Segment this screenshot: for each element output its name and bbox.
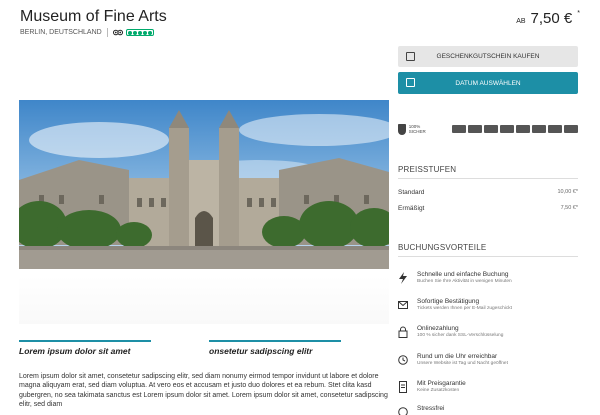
visa-icon — [484, 125, 498, 133]
clock-icon — [398, 355, 408, 365]
payment-methods: 100% SICHER — [398, 122, 578, 136]
benefit-subtitle: Buchen Sie Ihre Aktivität in wenigen Min… — [417, 279, 512, 284]
price-prefix: AB — [516, 18, 526, 25]
benefit-subtitle: 100 % sicher dank SSL-Verschlüsselung — [417, 333, 504, 338]
price-row-standard: Standard 10,00 €* — [398, 189, 578, 196]
benefit-online-payment: Onlinezahlung 100 % sicher dank SSL-Vers… — [398, 325, 578, 339]
price-asterisk: * — [577, 10, 580, 17]
tripadvisor-owl-icon — [112, 29, 123, 36]
lightning-icon — [399, 272, 407, 284]
location-label: BERLIN, DEUTSCHLAND — [20, 29, 102, 36]
price-row-label: Ermäßigt — [398, 205, 425, 212]
subheading-text: onsetetur sadipscing elitr — [209, 346, 313, 356]
subheading-right: onsetetur sadipscing elitr — [209, 340, 341, 356]
booking-benefits-heading: BUCHUNGSVORTEILE — [398, 243, 487, 252]
benefit-title: Sofortige Bestätigung — [417, 298, 480, 305]
tripadvisor-rating[interactable] — [112, 29, 154, 36]
mastercard-icon — [500, 125, 514, 133]
gift-voucher-label: GESCHENKGUTSCHEIN KAUFEN — [436, 53, 540, 60]
receipt-icon — [399, 381, 407, 393]
benefit-subtitle: Unsere Website ist Tag und Nacht geöffne… — [417, 361, 508, 366]
select-date-label: DATUM AUSWÄHLEN — [455, 79, 521, 87]
diners-icon — [532, 125, 546, 133]
benefit-title: Onlinezahlung — [417, 325, 459, 332]
museum-hero-image — [19, 100, 389, 269]
location-row: BERLIN, DEUTSCHLAND — [20, 28, 154, 37]
benefit-title: Mit Preisgarantie — [417, 380, 466, 387]
benefit-title: Schnelle und einfache Buchung — [417, 271, 509, 278]
subheading-text: Lorem ipsum dolor sit amet — [19, 346, 131, 356]
benefit-title: Rund um die Uhr erreichbar — [417, 353, 498, 360]
price-levels-heading: PREISSTUFEN — [398, 165, 457, 174]
divider — [106, 28, 108, 37]
sofort-icon — [548, 125, 562, 133]
select-date-button[interactable]: DATUM AUSWÄHLEN — [398, 72, 578, 94]
divider — [398, 178, 578, 179]
secure-label: 100% SICHER — [408, 124, 426, 134]
benefit-always-available: Rund um die Uhr erreichbar Unsere Websit… — [398, 353, 578, 367]
accent-bar — [19, 340, 151, 342]
subheading-left: Lorem ipsum dolor sit amet — [19, 340, 151, 356]
accent-bar — [209, 340, 341, 342]
payment-icons — [452, 125, 578, 133]
sepa-icon — [468, 125, 482, 133]
gift-voucher-button[interactable]: GESCHENKGUTSCHEIN KAUFEN — [398, 46, 578, 67]
description-paragraph: Lorem ipsum dolor sit amet, consetetur s… — [19, 373, 388, 409]
amex-icon — [516, 125, 530, 133]
image-spacer — [19, 276, 389, 324]
gift-card-icon — [406, 52, 415, 61]
paypal-icon — [564, 125, 578, 133]
calendar-icon — [406, 78, 415, 87]
lock-icon — [398, 326, 408, 338]
envelope-icon — [398, 301, 408, 309]
price-display: AB 7,50 € * — [516, 10, 580, 27]
benefit-fast-booking: Schnelle und einfache Buchung Buchen Sie… — [398, 271, 578, 285]
divider — [398, 256, 578, 257]
benefit-instant-confirmation: Sofortige Bestätigung Tickets werden Ihn… — [398, 298, 578, 312]
benefit-title: Stressfrei — [417, 405, 445, 412]
price-row-label: Standard — [398, 189, 425, 196]
price-row-value: 7,50 €* — [560, 205, 578, 211]
benefit-subtitle: Keine Zusatzkosten — [417, 388, 460, 393]
price-row-reduced: Ermäßigt 7,50 €* — [398, 205, 578, 212]
rating-bubbles-icon — [125, 29, 154, 36]
page-title: Museum of Fine Arts — [20, 8, 167, 25]
credit-card-icon — [452, 125, 466, 133]
benefit-price-guarantee: Mit Preisgarantie Keine Zusatzkosten — [398, 380, 578, 394]
price-amount: 7,50 € — [530, 10, 573, 27]
benefit-subtitle: Tickets werden Ihnen per E-Mail zugeschi… — [417, 306, 513, 311]
benefit-stress-free: Stressfrei — [398, 405, 578, 415]
smile-icon — [398, 407, 408, 415]
price-row-value: 10,00 €* — [557, 189, 579, 195]
shield-icon — [398, 123, 406, 135]
